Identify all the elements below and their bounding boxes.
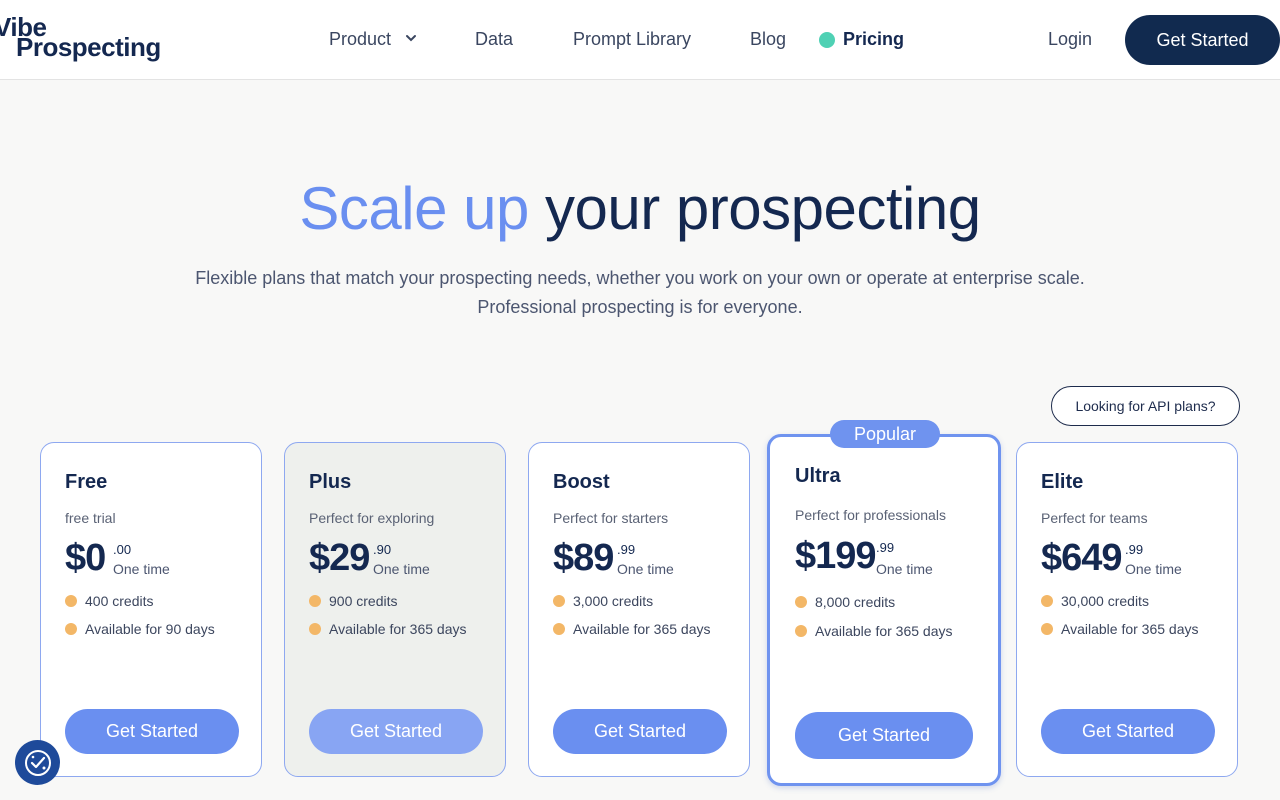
plan-card-boost: Boost Perfect for starters $89 .99 One t… [528,442,750,777]
plan-name: Boost [553,471,610,493]
api-plans-button[interactable]: Looking for API plans? [1051,386,1240,426]
plan-price: $29 [309,537,370,579]
page-title: Scale up your prospecting [0,174,1280,243]
plan-price-cents: .99 [1125,542,1144,557]
bullet-dot-icon [1041,595,1053,607]
plan-card-plus: Plus Perfect for exploring $29 .90 One t… [284,442,506,777]
logo-line-2: Prospecting [16,32,161,62]
plan-name: Elite [1041,471,1084,493]
plan-feature-availability: Available for 365 days [553,621,711,637]
plan-price-cents: .00 [113,542,132,557]
plan-description: Perfect for starters [553,510,669,526]
nav-blog[interactable]: Blog [750,29,786,50]
plan-price: $89 [553,537,614,579]
plan-description: Perfect for professionals [795,507,946,523]
plan-description: Perfect for teams [1041,510,1148,526]
plan-price: $199 [795,535,877,577]
header-get-started-button[interactable]: Get Started [1125,15,1280,65]
nav-data[interactable]: Data [475,29,513,50]
bullet-dot-icon [309,623,321,635]
pricing-active-dot [819,32,835,48]
bullet-dot-icon [553,595,565,607]
plan-feature-credits: 8,000 credits [795,594,895,610]
plan-description: free trial [65,510,116,526]
plan-card-elite: Elite Perfect for teams $649 .99 One tim… [1016,442,1238,777]
bullet-dot-icon [309,595,321,607]
plan-get-started-button[interactable]: Get Started [65,709,239,754]
plan-card-ultra: Ultra Perfect for professionals $199 .99… [767,434,1001,786]
plan-price-cents: .99 [876,540,895,555]
plan-feature-availability: Available for 365 days [309,621,467,637]
plan-feature-availability: Available for 365 days [1041,621,1199,637]
chevron-down-icon[interactable] [404,31,418,45]
plan-period: One time [113,561,170,577]
bullet-dot-icon [795,625,807,637]
page-subtitle: Flexible plans that match your prospecti… [195,268,1085,317]
nav-product[interactable]: Product [329,29,391,50]
cookie-consent-icon [24,749,51,776]
title-accent: Scale up [299,175,529,242]
plan-feature-credits: 30,000 credits [1041,593,1149,609]
plan-card-free: Free free trial $0 .00 One time 400 cred… [40,442,262,777]
bullet-dot-icon [553,623,565,635]
plan-feature-credits: 3,000 credits [553,593,653,609]
plan-period: One time [373,561,430,577]
bullet-dot-icon [65,623,77,635]
brand-logo[interactable]: Vibe Prospecting [0,12,164,68]
site-header: Vibe Prospecting Product Data Prompt Lib… [0,0,1280,80]
plan-price: $0 [65,537,106,579]
plan-period: One time [876,561,933,577]
bullet-dot-icon [1041,623,1053,635]
plan-feature-availability: Available for 90 days [65,621,215,637]
plan-description: Perfect for exploring [309,510,435,526]
nav-prompt-library[interactable]: Prompt Library [573,29,691,50]
plan-get-started-button[interactable]: Get Started [553,709,727,754]
plan-feature-credits: 400 credits [65,593,153,609]
plan-get-started-button[interactable]: Get Started [795,712,973,759]
plan-get-started-button[interactable]: Get Started [309,709,483,754]
login-link[interactable]: Login [1048,29,1092,50]
plan-price: $649 [1041,537,1123,579]
plan-name: Ultra [795,465,841,487]
plan-price-cents: .90 [373,542,392,557]
plan-feature-credits: 900 credits [309,593,397,609]
plan-name: Plus [309,471,352,493]
plan-period: One time [617,561,674,577]
bullet-dot-icon [795,596,807,608]
popular-badge: Popular [830,420,940,448]
plan-price-cents: .99 [617,542,636,557]
title-rest: your prospecting [545,175,981,242]
bullet-dot-icon [65,595,77,607]
plan-period: One time [1125,561,1182,577]
plan-get-started-button[interactable]: Get Started [1041,709,1215,754]
cookie-settings-button[interactable] [15,740,60,785]
plan-name: Free [65,471,108,493]
nav-pricing[interactable]: Pricing [843,29,904,50]
plan-feature-availability: Available for 365 days [795,623,953,639]
